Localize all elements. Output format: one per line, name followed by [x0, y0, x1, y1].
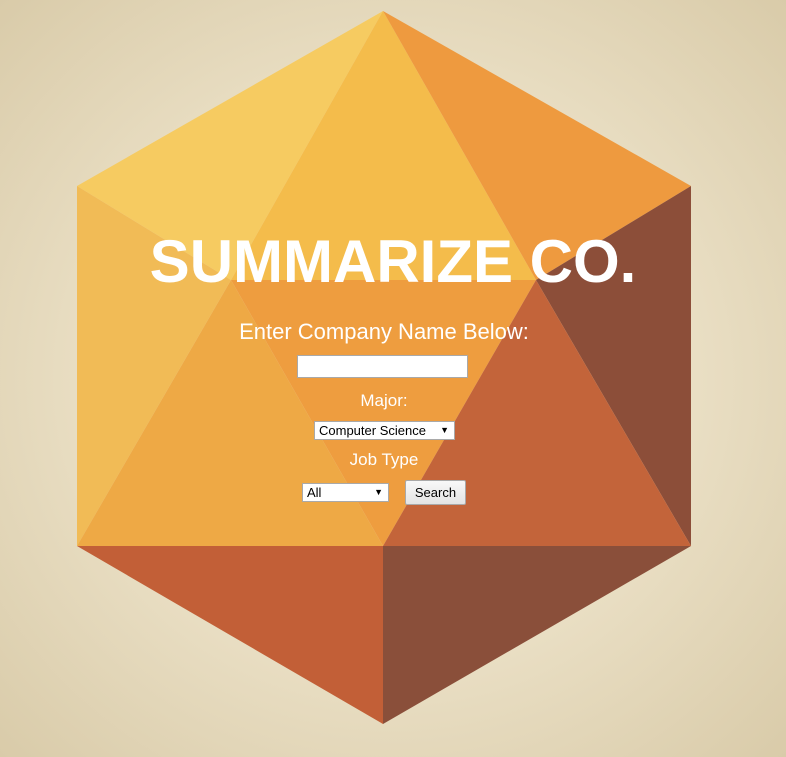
- dropdown-arrow-icon: ▼: [440, 425, 449, 435]
- major-select-value: Computer Science: [319, 423, 426, 438]
- major-select[interactable]: Computer Science ▼: [314, 421, 455, 440]
- dropdown-arrow-icon: ▼: [374, 487, 383, 497]
- major-label: Major:: [360, 391, 408, 410]
- search-panel: SUMMARIZE CO. Enter Company Name Below: …: [0, 0, 786, 757]
- job-type-select[interactable]: All ▼: [302, 483, 389, 502]
- search-button[interactable]: Search: [405, 480, 466, 505]
- job-type-select-value: All: [307, 485, 322, 500]
- page-title: SUMMARIZE CO.: [149, 228, 637, 295]
- company-name-input[interactable]: [297, 355, 468, 378]
- company-name-label: Enter Company Name Below:: [239, 319, 529, 344]
- job-type-label: Job Type: [349, 450, 419, 469]
